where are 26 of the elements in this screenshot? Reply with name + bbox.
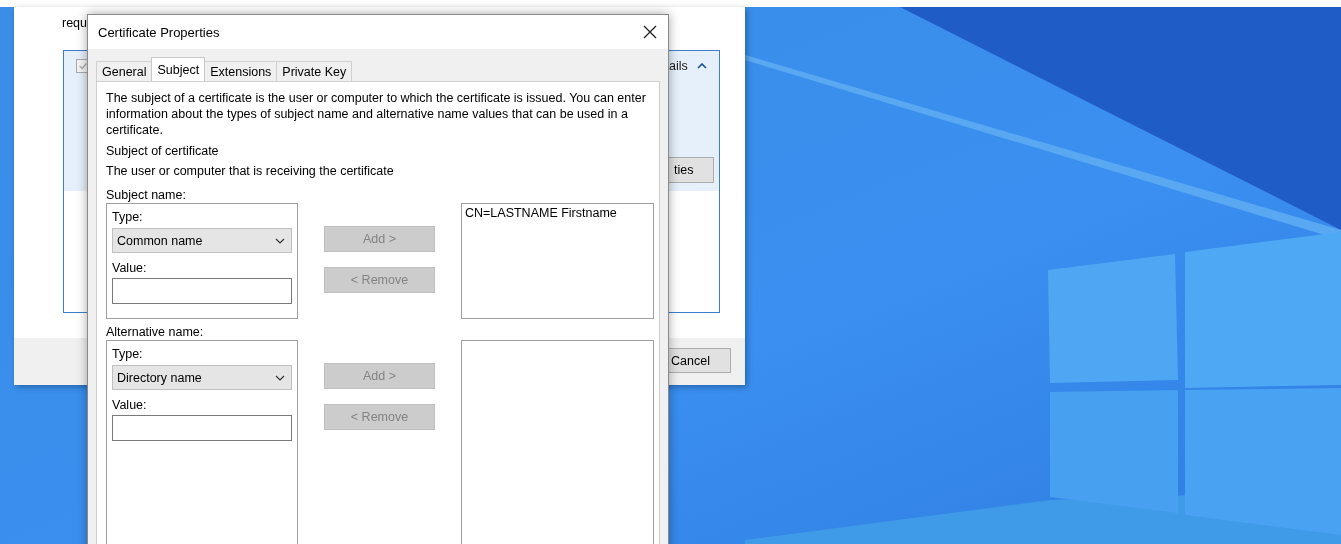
type-dropdown[interactable]: Common name	[112, 228, 292, 253]
field-label: Type:	[112, 347, 144, 361]
group-label: Alternative name:	[106, 325, 205, 339]
group-label: Subject name:	[106, 188, 187, 202]
section-title: Subject of certificate	[106, 144, 220, 158]
tab[interactable]: General	[96, 61, 153, 81]
field-label: Value:	[112, 398, 148, 412]
tab[interactable]: Private Key	[276, 61, 353, 81]
intro-text: requ	[62, 16, 88, 30]
field-label: Type:	[112, 210, 144, 224]
input-field[interactable]	[112, 415, 292, 441]
properties-button[interactable]: ties	[667, 157, 714, 183]
type-dropdown[interactable]: Directory name	[112, 365, 292, 390]
close-icon[interactable]	[643, 25, 657, 39]
chevron-icon	[275, 374, 285, 381]
tab[interactable]: Subject	[151, 57, 206, 81]
description-text: The subject of a certificate is the user or computer to which the certificate is issued. You can enter information about the types of subject name and alternative name values that can be used in a certificate.	[106, 90, 647, 138]
input-field[interactable]	[112, 278, 292, 304]
details-link[interactable]: ails	[669, 59, 688, 73]
caret-icon	[697, 63, 707, 69]
chevron-icon	[275, 237, 285, 244]
window-title: Certificate Properties	[98, 24, 220, 40]
list-item[interactable]: CN=LASTNAME Firstname	[465, 206, 617, 220]
field-label: Value:	[112, 261, 148, 275]
section-subtitle: The user or computer that is receiving the certificate	[106, 164, 395, 178]
cancel-button[interactable]: Cancel	[668, 348, 731, 373]
